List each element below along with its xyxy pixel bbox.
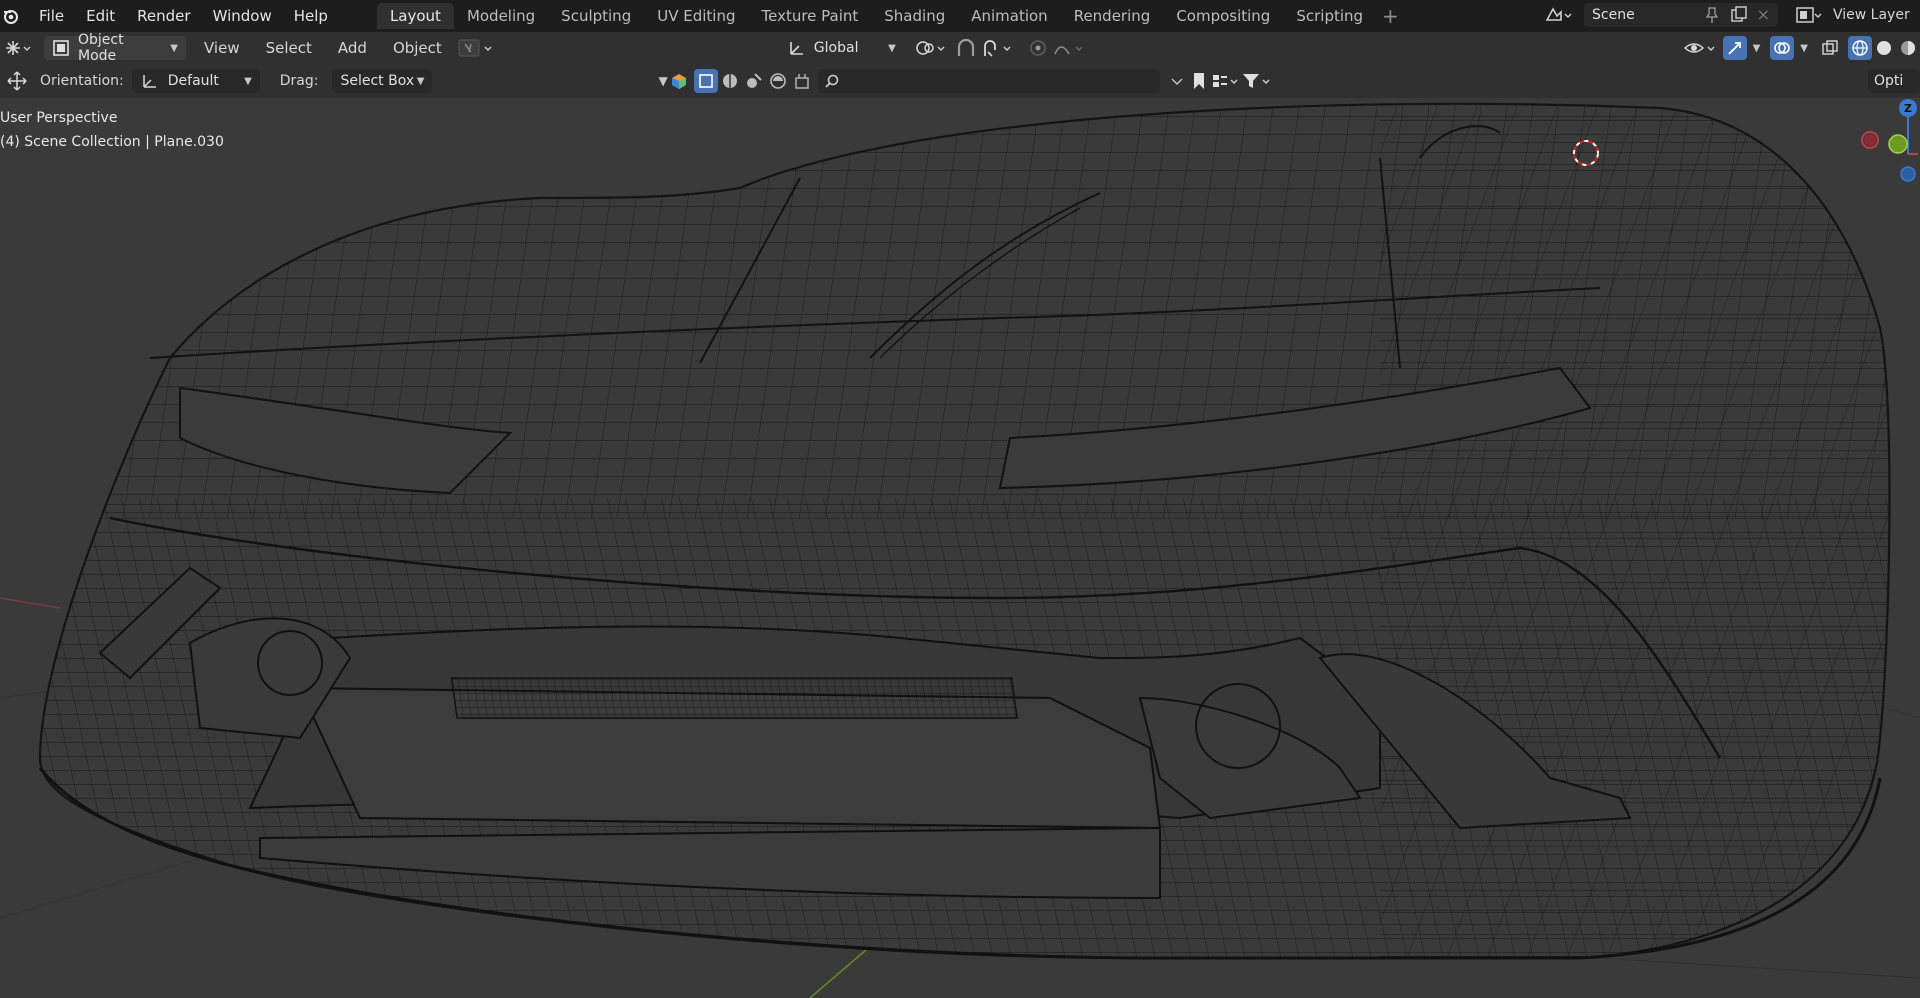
delete-scene-icon[interactable]: × xyxy=(1757,5,1770,24)
menu-render[interactable]: Render xyxy=(126,7,201,25)
tab-uv-editing[interactable]: UV Editing xyxy=(644,3,748,29)
falloff-icon[interactable] xyxy=(1050,36,1090,60)
bookmark-icon[interactable] xyxy=(1188,69,1210,93)
tab-compositing[interactable]: Compositing xyxy=(1163,3,1283,29)
tab-scripting[interactable]: Scripting xyxy=(1283,3,1376,29)
z-axis-label: Z xyxy=(1904,102,1912,115)
show-overlays-icon[interactable] xyxy=(1770,36,1795,60)
transform-orientation-dropdown[interactable]: Global ▼ xyxy=(810,36,900,60)
pivot-point-icon[interactable] xyxy=(914,36,950,60)
move-tool-icon[interactable] xyxy=(2,69,32,93)
chevron-down-icon[interactable]: ▼ xyxy=(658,74,667,88)
view-layer-selector: View Layer xyxy=(1795,3,1910,27)
editor-type-icon[interactable] xyxy=(2,36,36,60)
chevron-down-icon: ▼ xyxy=(888,42,896,54)
drag-dropdown[interactable]: Select Box ▼ xyxy=(332,69,433,93)
pin-icon[interactable] xyxy=(1704,6,1720,28)
filter-dropdown-icon[interactable] xyxy=(1166,69,1188,93)
invert-select-icon[interactable] xyxy=(766,69,790,93)
select-box-mode-icon[interactable] xyxy=(693,69,718,93)
3d-viewport[interactable]: User Perspective (4) Scene Collection | … xyxy=(0,98,1920,998)
menu-window[interactable]: Window xyxy=(202,7,283,25)
x-axis-line xyxy=(0,597,61,609)
orientation-label: Orientation: xyxy=(40,73,124,89)
menu-view[interactable]: View xyxy=(204,39,240,57)
search-icon xyxy=(824,73,840,89)
y-axis-handle[interactable] xyxy=(1888,134,1908,154)
search-field[interactable] xyxy=(817,69,1160,93)
scene-browse-icon[interactable] xyxy=(1540,3,1576,27)
viewport-collection-label: (4) Scene Collection | Plane.030 xyxy=(0,134,224,150)
tab-layout[interactable]: Layout xyxy=(376,3,454,29)
transform-orientation-label: Global xyxy=(813,40,859,56)
drag-label: Drag: xyxy=(279,73,319,89)
mode-dropdown[interactable]: Object Mode ▼ xyxy=(44,32,186,64)
solid-shading-icon[interactable] xyxy=(1872,36,1896,60)
view-layer-name[interactable]: View Layer xyxy=(1833,7,1910,23)
neg-z-axis-handle[interactable] xyxy=(1900,166,1916,182)
chevron-down-icon[interactable]: ▼ xyxy=(1753,43,1761,54)
chevron-down-icon[interactable]: ▼ xyxy=(1800,43,1808,54)
drag-value: Select Box xyxy=(340,73,415,89)
object-type-filter-icon[interactable] xyxy=(668,69,690,93)
viewport-perspective-label: User Perspective xyxy=(0,110,118,126)
xray-toggle-icon[interactable] xyxy=(1818,36,1842,60)
show-gizmo-icon[interactable] xyxy=(1722,36,1747,60)
visibility-icon[interactable] xyxy=(1681,36,1721,60)
menu-help[interactable]: Help xyxy=(283,7,339,25)
chevron-down-icon: ▼ xyxy=(416,75,425,87)
options-label: Opti xyxy=(1874,73,1904,89)
chevron-down-icon: ▼ xyxy=(244,75,252,87)
main-menu: File Edit Render Window Help xyxy=(28,7,339,25)
extend-select-icon[interactable] xyxy=(718,69,742,93)
blender-logo-icon[interactable] xyxy=(0,5,22,27)
orientation-axis-icon xyxy=(140,72,158,90)
snap-icon[interactable] xyxy=(954,36,978,60)
viewport-header: Object Mode ▼ View Select Add Object Glo… xyxy=(0,32,1920,64)
new-scene-icon[interactable] xyxy=(1730,6,1748,28)
orientation-dropdown[interactable]: Default ▼ xyxy=(131,69,260,93)
tool-settings-bar: Orientation: Default ▼ Drag: Select Box … xyxy=(0,64,1920,98)
tab-modeling[interactable]: Modeling xyxy=(454,3,548,29)
wireframe-mesh xyxy=(0,102,1920,998)
menu-select[interactable]: Select xyxy=(266,39,312,57)
workspace-tabs: Layout Modeling Sculpting UV Editing Tex… xyxy=(376,3,1405,29)
tab-shading[interactable]: Shading xyxy=(871,3,958,29)
chevron-down-icon: ▼ xyxy=(170,42,178,54)
add-workspace-icon[interactable]: + xyxy=(1376,4,1405,28)
mode-label: Object Mode xyxy=(78,32,124,64)
snap-target-icon[interactable] xyxy=(978,36,1016,60)
menu-add[interactable]: Add xyxy=(338,39,367,57)
options-dropdown[interactable]: Opti xyxy=(1868,69,1920,93)
menu-file[interactable]: File xyxy=(28,7,75,25)
funnel-filter-icon[interactable] xyxy=(1240,69,1274,93)
scene-selector: Scene × xyxy=(1540,3,1788,27)
sort-icon[interactable] xyxy=(1210,69,1240,93)
view-layer-browse-icon[interactable] xyxy=(1795,5,1823,25)
wireframe-shading-icon[interactable] xyxy=(1848,36,1872,60)
menu-edit[interactable]: Edit xyxy=(75,7,126,25)
navigation-gizmo[interactable]: Z xyxy=(1860,98,1920,210)
orientation-value: Default xyxy=(167,73,219,89)
tab-sculpting[interactable]: Sculpting xyxy=(548,3,644,29)
menu-object[interactable]: Object xyxy=(393,39,442,57)
tab-rendering[interactable]: Rendering xyxy=(1061,3,1164,29)
proportional-editing-icon[interactable] xyxy=(1026,36,1050,60)
object-mode-icon xyxy=(52,39,70,57)
scene-name-field[interactable]: Scene × xyxy=(1584,3,1778,27)
top-bar: File Edit Render Window Help Layout Mode… xyxy=(0,0,1920,32)
grille-mesh xyxy=(450,677,1018,719)
tab-animation[interactable]: Animation xyxy=(958,3,1060,29)
tab-texture-paint[interactable]: Texture Paint xyxy=(748,3,871,29)
intersect-select-icon[interactable] xyxy=(790,69,814,93)
neg-x-axis-fill xyxy=(1864,134,1876,146)
material-shading-icon[interactable] xyxy=(1896,36,1920,60)
gizmo-toggle-icon[interactable] xyxy=(456,36,496,60)
subtract-select-icon[interactable] xyxy=(742,69,766,93)
scene-name: Scene xyxy=(1592,7,1635,23)
transform-orientation-icon[interactable] xyxy=(784,36,810,60)
